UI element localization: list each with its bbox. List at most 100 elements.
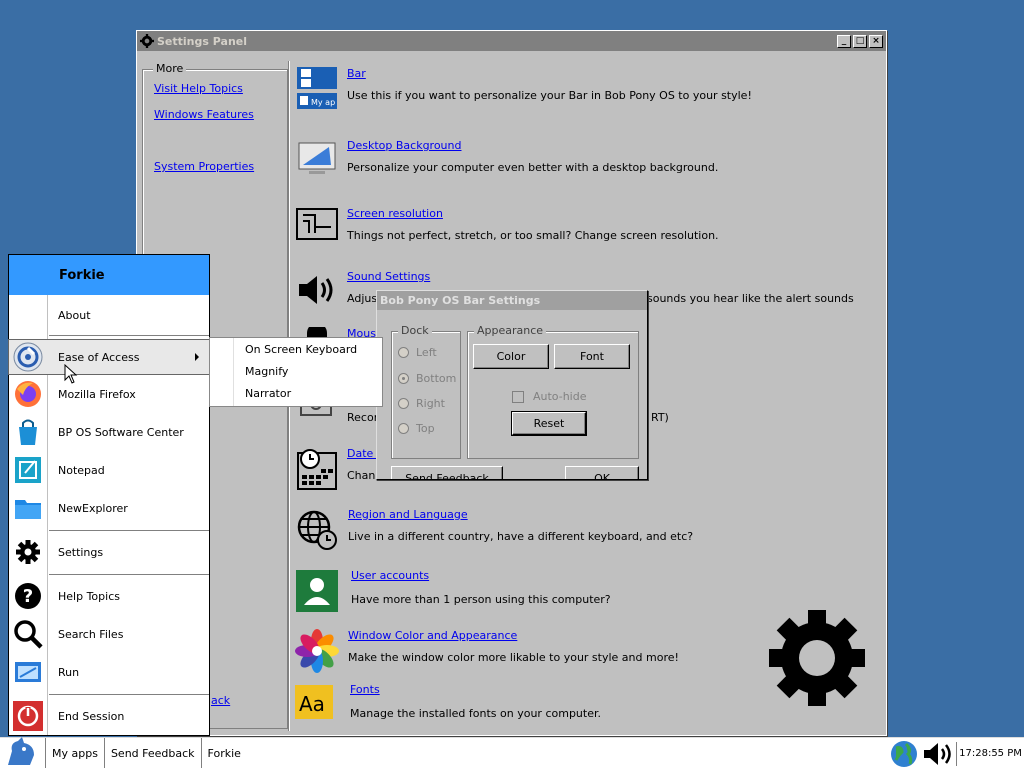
sound-settings-link[interactable]: Sound Settings (347, 270, 430, 283)
bar-link[interactable]: Bar (347, 67, 366, 80)
sound-desc-left: Adjus (347, 292, 378, 305)
ease-of-access-submenu: On Screen Keyboard Magnify Narrator (209, 337, 383, 407)
start-item-notepad[interactable]: Notepad (9, 453, 209, 487)
dock-bottom-radio[interactable]: Bottom (398, 372, 456, 385)
appearance-group: Appearance Color Font Auto-hide Reset (467, 324, 639, 459)
start-item-newexplorer[interactable]: NewExplorer (9, 491, 209, 525)
appearance-label: Appearance (474, 324, 547, 337)
radio-right[interactable] (398, 398, 409, 409)
power-icon (9, 699, 47, 733)
region-language-link[interactable]: Region and Language (348, 508, 468, 521)
volume-icon[interactable] (920, 740, 956, 768)
firefox-icon (9, 377, 47, 411)
submenu-magnify[interactable]: Magnify (245, 365, 288, 378)
start-item-run[interactable]: Run (9, 655, 209, 689)
fonts-link[interactable]: Fonts (350, 683, 380, 696)
send-feedback-button[interactable]: Send Feedback (391, 466, 503, 479)
start-separator (49, 335, 209, 336)
start-separator (49, 530, 209, 531)
minimize-button[interactable]: _ (837, 34, 851, 48)
user-accounts-link[interactable]: User accounts (351, 569, 429, 582)
bar-settings-icon[interactable]: My ap (295, 67, 339, 111)
autohide-checkbox[interactable]: Auto-hide (512, 390, 587, 403)
speaker-icon[interactable] (295, 270, 339, 314)
screen-resolution-desc: Things not perfect, stretch, or too smal… (347, 229, 719, 242)
taskbar-my-apps[interactable]: My apps (46, 737, 105, 768)
screen-resolution-link[interactable]: Screen resolution (347, 207, 443, 220)
taskbar-send-feedback[interactable]: Send Feedback (105, 737, 202, 768)
window-title: Settings Panel (157, 34, 248, 48)
globe-clock-icon[interactable] (295, 508, 339, 552)
fonts-icon[interactable]: Aa (295, 685, 333, 719)
question-icon: ? (9, 579, 47, 613)
network-globe-icon[interactable] (888, 740, 920, 768)
start-menu: Forkie About Ease of Access Mozilla Fire… (8, 254, 210, 736)
dock-top-radio[interactable]: Top (398, 422, 435, 435)
gear-icon (139, 33, 155, 49)
settings-titlebar[interactable]: Settings Panel _ □ × (137, 31, 886, 51)
start-separator (49, 574, 209, 575)
start-menu-username: Forkie (9, 255, 209, 295)
screensaver-desc-left: Recor (347, 411, 379, 424)
bar-desc: Use this if you want to personalize your… (347, 89, 752, 102)
close-button[interactable]: × (869, 34, 883, 48)
start-item-software-center[interactable]: BP OS Software Center (9, 415, 209, 449)
region-language-desc: Live in a different country, have a diff… (348, 530, 694, 543)
sidebar-legend: More (153, 62, 187, 75)
system-properties-link[interactable]: System Properties (154, 160, 254, 173)
desktop-background-icon[interactable] (295, 139, 339, 183)
start-button[interactable] (0, 736, 46, 768)
taskbar: My apps Send Feedback Forkie 17:28:55 PM (0, 736, 1024, 768)
visit-help-topics-link[interactable]: Visit Help Topics (154, 82, 243, 95)
svg-text:?: ? (23, 586, 33, 607)
windows-features-link[interactable]: Windows Features (154, 108, 254, 121)
taskbar-forkie[interactable]: Forkie (202, 738, 247, 768)
ok-button[interactable]: OK (565, 466, 639, 479)
notepad-icon (9, 453, 47, 487)
svg-text:My ap: My ap (311, 98, 335, 107)
screen-resolution-icon[interactable] (295, 207, 339, 251)
color-button[interactable]: Color (473, 344, 549, 369)
start-separator (49, 694, 209, 695)
desktop-background-link[interactable]: Desktop Background (347, 139, 462, 152)
system-tray: 17:28:55 PM (888, 738, 1024, 768)
submenu-arrow-icon (195, 353, 199, 361)
calendar-icon[interactable] (295, 447, 339, 491)
font-button[interactable]: Font (554, 344, 630, 369)
start-item-settings[interactable]: Settings (9, 535, 209, 569)
radio-top[interactable] (398, 423, 409, 434)
submenu-narrator[interactable]: Narrator (245, 387, 291, 400)
start-item-search-files[interactable]: Search Files (9, 617, 209, 651)
dock-group: Dock Left Bottom Right Top (391, 324, 461, 459)
autohide-box[interactable] (512, 390, 524, 403)
radio-bottom[interactable] (398, 373, 409, 384)
folder-icon (9, 491, 47, 525)
user-accounts-desc: Have more than 1 person using this compu… (351, 593, 611, 606)
start-item-help-topics[interactable]: ? Help Topics (9, 579, 209, 613)
dock-right-radio[interactable]: Right (398, 397, 445, 410)
reset-button[interactable]: Reset (511, 411, 587, 436)
start-item-ease-of-access[interactable]: Ease of Access (8, 339, 210, 375)
window-color-link[interactable]: Window Color and Appearance (348, 629, 517, 642)
sidebar-back-link[interactable]: ack (211, 694, 230, 707)
fonts-desc: Manage the installed fonts on your compu… (350, 707, 601, 720)
mouse-cursor-icon (64, 363, 78, 387)
submenu-on-screen-keyboard[interactable]: On Screen Keyboard (245, 343, 357, 356)
color-flower-icon[interactable] (295, 629, 339, 673)
svg-text:Aa: Aa (299, 692, 325, 716)
user-accounts-icon[interactable] (295, 569, 339, 613)
start-item-end-session[interactable]: End Session (9, 699, 209, 733)
settings-gear-icon (9, 535, 47, 569)
start-item-about[interactable]: About (9, 295, 209, 335)
large-gear-icon (767, 608, 867, 708)
sound-desc-right: sounds you hear like the alert sounds (647, 292, 854, 305)
ease-of-access-icon (9, 340, 47, 374)
start-item-firefox[interactable]: Mozilla Firefox (9, 377, 209, 411)
submenu-icon-rail (210, 338, 234, 406)
pony-logo-icon (4, 736, 40, 768)
taskbar-clock[interactable]: 17:28:55 PM (956, 741, 1024, 766)
radio-left[interactable] (398, 347, 409, 358)
dialog-title[interactable]: Bob Pony OS Bar Settings (377, 291, 647, 310)
dock-left-radio[interactable]: Left (398, 346, 437, 359)
maximize-button[interactable]: □ (853, 34, 867, 48)
